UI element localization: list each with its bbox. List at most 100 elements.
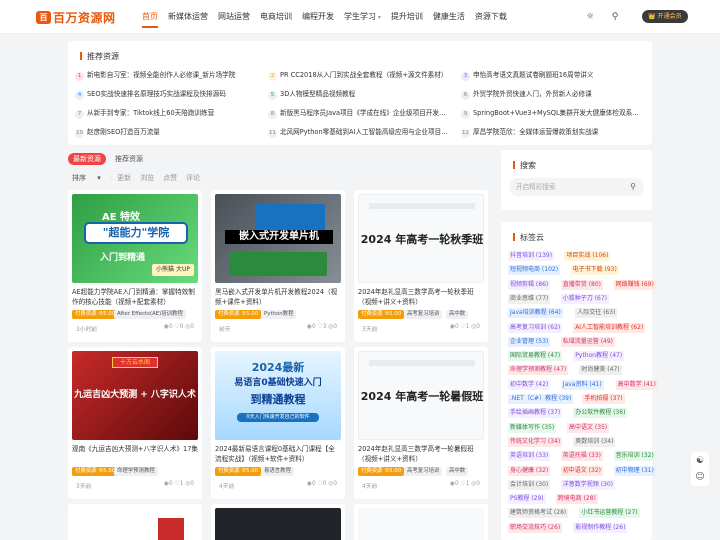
tag-chip[interactable]: 建筑师资格考试 (28) xyxy=(508,508,569,519)
tag-chip[interactable]: 小狐种子刀 (67) xyxy=(560,293,610,304)
post-title[interactable]: AE超能力学院AE入门到精通：掌握特效制作的核心技能（视频+配套素材） xyxy=(72,287,198,307)
post-tag[interactable]: 高中数 xyxy=(446,467,469,476)
tag-chip[interactable]: 新媒体写作 (35) xyxy=(508,422,557,433)
search-icon[interactable]: ⚲ xyxy=(630,178,636,196)
nav-site-ops[interactable]: 网站运营 xyxy=(213,0,255,34)
rec-item[interactable]: 2 PR CC2018从入门到实战全套教程（视频+源文件素材） xyxy=(268,69,448,81)
rec-item[interactable]: 6 外贸学院外贸快速入门，外贸新人必修课 xyxy=(461,88,641,100)
nav-new-media[interactable]: 新媒体运营 xyxy=(163,0,213,34)
tag-chip[interactable]: 音乐培训 (32) xyxy=(613,451,656,462)
post-thumbnail[interactable] xyxy=(72,508,198,540)
tag-chip[interactable]: 手机拍摄 (37) xyxy=(582,394,625,404)
rec-item[interactable]: 9 SpringBoot+Vue3+MySQL集群开发大健康体检双系统实战 xyxy=(461,107,641,119)
tag-chip[interactable]: 职场交流技巧 (26) xyxy=(508,522,563,533)
post-thumbnail[interactable] xyxy=(358,508,484,540)
tag-chip[interactable]: 抖音培训 (139) xyxy=(508,251,555,261)
tag-chip[interactable]: 直播带货 (80) xyxy=(560,279,604,290)
tag-chip[interactable]: 小红书运营教程 (27) xyxy=(579,508,640,519)
post-card[interactable] xyxy=(68,504,202,540)
tag-chip[interactable]: 跨境电商 (28) xyxy=(555,494,598,505)
post-thumbnail[interactable]: 嵌入式开发单片机 xyxy=(215,194,341,283)
tag-chip[interactable]: 初中语文 (32) xyxy=(560,465,604,476)
post-thumbnail[interactable]: AE 特效 "超能力"学院 入门到精通 小熊猫 大UP xyxy=(72,194,198,283)
post-card[interactable] xyxy=(354,504,488,540)
post-title[interactable]: 观南《九运吉凶大预测+八字识人术》17集 xyxy=(72,444,198,464)
nav-home[interactable]: 首页 xyxy=(137,0,163,34)
tag-chip[interactable]: PS教程 (29) xyxy=(508,494,546,505)
tag-chip[interactable]: 办公软件教程 (36) xyxy=(573,408,628,419)
post-title[interactable]: 黑马嵌入式开发单片机开发教程2024（视频+课件+资料） xyxy=(215,287,341,307)
tag-chip[interactable]: Python教程 (47) xyxy=(573,351,625,362)
post-tag[interactable]: 命理学预测教程 xyxy=(114,467,158,476)
post-card[interactable]: AE 特效 "超能力"学院 入门到精通 小熊猫 大UP AE超能力学院AE入门到… xyxy=(68,190,202,342)
tag-chip[interactable]: 私域流量运营 (49) xyxy=(560,336,616,347)
nav-student[interactable]: 学生学习 xyxy=(339,0,386,34)
tag-chip[interactable]: 英语托福 (33) xyxy=(560,451,604,462)
rec-item[interactable]: 12 厚昌学院范欣：全媒体运营爆款策划实战课 xyxy=(461,126,641,138)
support-icon[interactable]: ☺ xyxy=(691,468,709,486)
post-tag[interactable]: 易语言教程 xyxy=(261,467,294,476)
tag-chip[interactable]: 传统文化学习 (34) xyxy=(508,436,563,447)
rec-item[interactable]: 8 新版黑马程序员Java项目《学成在线》企业级项目开发实战 xyxy=(268,107,448,119)
post-card[interactable]: 2024 年高考一轮秋季班 2024年赵礼显高三数学高考一轮秋季班（视频+讲义+… xyxy=(354,190,488,342)
tag-chip[interactable]: 英语培训 (33) xyxy=(508,451,551,462)
sort-likes[interactable]: 点赞 xyxy=(163,173,177,183)
rec-item[interactable]: 11 北风网Python零基础到AI人工智能高级应用与企业项目实战 xyxy=(268,126,448,138)
tag-chip[interactable]: 企业管理 (53) xyxy=(508,336,551,347)
tag-chip[interactable]: 初中数学 (42) xyxy=(508,379,551,390)
nav-training[interactable]: 提升培训 xyxy=(386,0,428,34)
tag-chip[interactable]: 网络赚钱 (69) xyxy=(613,279,656,290)
rec-item[interactable]: 10 赵彦刚SEO打造百万流量 xyxy=(75,126,255,138)
theme-bulb-icon[interactable]: ☼ xyxy=(584,11,596,23)
sort-comments[interactable]: 评论 xyxy=(186,173,200,183)
tag-chip[interactable]: 人际交往 (63) xyxy=(575,308,618,319)
tag-chip[interactable]: 手绘插画教程 (37) xyxy=(508,408,563,419)
tag-chip[interactable]: Java培训教程 (64) xyxy=(508,308,563,319)
rec-item[interactable]: 3 申怡高考语文真题试卷刷题班16周带讲义 xyxy=(461,69,641,81)
sort-views[interactable]: 浏览 xyxy=(140,173,154,183)
tag-chip[interactable]: 高中语文 (35) xyxy=(567,422,610,433)
post-card[interactable] xyxy=(211,504,345,540)
post-tag[interactable]: 高中数 xyxy=(446,310,469,319)
post-tag[interactable]: 高考复习培训 xyxy=(404,310,443,319)
tag-chip[interactable]: 高中数学 (41) xyxy=(615,379,658,390)
post-thumbnail[interactable] xyxy=(215,508,341,540)
tag-chip[interactable]: .NET（C#）教程 (39) xyxy=(508,394,574,404)
nav-ecommerce[interactable]: 电商培训 xyxy=(255,0,297,34)
post-thumbnail[interactable]: 2024最新 易语言0基础快速入门 到精通教程 0天入门快速开发自己的软件 xyxy=(215,351,341,440)
tag-chip[interactable]: 奥数培训 (34) xyxy=(573,436,616,447)
search-icon[interactable]: ⚲ xyxy=(609,11,621,23)
tag-chip[interactable]: 身心健康 (32) xyxy=(508,465,551,476)
tag-chip[interactable]: 短视频电商 (102) xyxy=(508,265,561,276)
tag-chip[interactable]: 电子书下载 (93) xyxy=(570,265,619,276)
nav-health[interactable]: 健康生活 xyxy=(428,0,470,34)
post-tag[interactable]: Python教程 xyxy=(261,310,297,319)
rec-item[interactable]: 7 从新手到专家：Tiktok线上60天陪跑训练营 xyxy=(75,107,255,119)
tag-chip[interactable]: 视频剪辑 (86) xyxy=(508,279,551,290)
tag-chip[interactable]: 高考复习培训 (62) xyxy=(508,322,563,333)
tag-chip[interactable]: 会计培训 (30) xyxy=(508,479,551,490)
post-card[interactable]: 2024最新 易语言0基础快速入门 到精通教程 0天入门快速开发自己的软件 20… xyxy=(211,347,345,499)
post-tag[interactable]: After Effects(AE)培训教程 xyxy=(114,310,186,319)
tag-chip[interactable]: 国际贸易教程 (47) xyxy=(508,351,563,362)
tag-chip[interactable]: 影视制作教程 (26) xyxy=(573,522,628,533)
tab-recommend[interactable]: 推荐资源 xyxy=(113,153,145,165)
tag-chip[interactable]: 时尚健美 (47) xyxy=(579,365,622,376)
tag-chip[interactable]: AI人工智能培训教程 (62) xyxy=(573,322,646,333)
post-thumbnail[interactable]: 十方云水阁 九运吉凶大预测 + 八字识人术 xyxy=(72,351,198,440)
vip-button[interactable]: 👑 开通会员 xyxy=(642,10,688,23)
post-title[interactable]: 2024年赵礼显高三数学高考一轮暑假班（视频+讲义+资料） xyxy=(358,444,484,464)
tag-chip[interactable]: 商业思维 (77) xyxy=(508,293,551,304)
tag-chip[interactable]: 洋葱数学视频 (30) xyxy=(560,479,616,490)
site-logo[interactable]: 百 百万资源网 xyxy=(36,9,116,25)
tab-latest[interactable]: 最新资源 xyxy=(68,153,106,165)
tag-chip[interactable]: 初中物理 (31) xyxy=(613,465,656,476)
rec-item[interactable]: 1 新电影自习室：视频全能创作人必修课_新片场学院 xyxy=(75,69,255,81)
post-title[interactable]: 2024年赵礼显高三数学高考一轮秋季班（视频+讲义+资料） xyxy=(358,287,484,307)
nav-downloads[interactable]: 资源下载 xyxy=(470,0,512,34)
post-thumbnail[interactable]: 2024 年高考一轮暑假班 xyxy=(358,351,484,440)
post-card[interactable]: 十方云水阁 九运吉凶大预测 + 八字识人术 观南《九运吉凶大预测+八字识人术》1… xyxy=(68,347,202,499)
post-title[interactable]: 2024最新易语言课程0基础入门课程【全流程实战】（视频+软件+资料） xyxy=(215,444,341,464)
post-thumbnail[interactable]: 2024 年高考一轮秋季班 xyxy=(358,194,484,283)
rec-item[interactable]: 5 3D人物模型精品视频教程 xyxy=(268,88,448,100)
